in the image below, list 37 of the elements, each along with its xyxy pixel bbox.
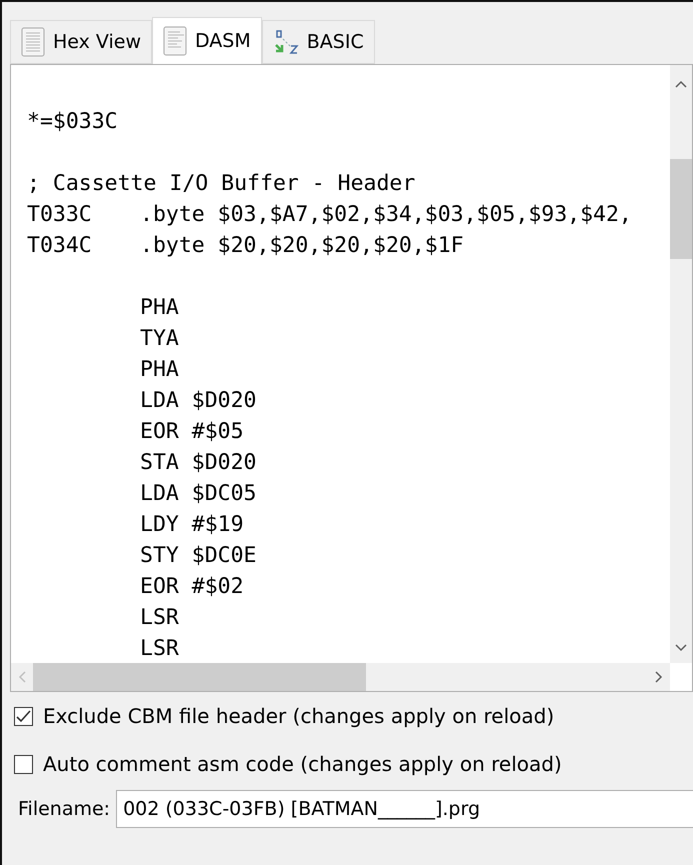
vertical-scrollbar[interactable]: [670, 65, 692, 663]
code-data: .byte $20,$20,$20,$20,$1F: [140, 232, 464, 260]
code-instruction: STY $DC0E: [140, 542, 256, 570]
scrollbar-thumb[interactable]: [670, 159, 692, 259]
scroll-right-icon[interactable]: [654, 671, 664, 683]
sort-az-icon: [272, 29, 299, 55]
code-label: T034C: [27, 232, 93, 260]
code-instruction: STA $D020: [140, 449, 256, 477]
code-instruction: LDA $DC05: [140, 480, 256, 508]
horizontal-scrollbar[interactable]: [11, 663, 670, 691]
tab[interactable]: DASM: [152, 17, 262, 64]
code-label: T033C: [27, 201, 93, 229]
scrollbar-thumb[interactable]: [33, 663, 366, 691]
code-instruction: LDA $D020: [140, 387, 256, 415]
code-instruction: LSR: [140, 604, 179, 632]
code-instruction: EOR #$05: [140, 418, 244, 446]
checkbox[interactable]: [14, 706, 33, 726]
scroll-down-icon[interactable]: [675, 643, 687, 653]
tab[interactable]: BASIC: [262, 20, 375, 64]
document-icon: [21, 27, 45, 57]
code-directive: *=$033C: [27, 108, 118, 136]
filename-label: Filename:: [18, 798, 110, 820]
code-instruction: LSR: [140, 635, 179, 663]
code-comment: ; Cassette I/O Buffer - Header: [27, 170, 416, 198]
tab[interactable]: Hex View: [10, 20, 152, 64]
code-instruction: PHA: [140, 294, 179, 322]
code-instruction: TYA: [140, 325, 179, 353]
checkbox-label[interactable]: Exclude CBM file header (changes apply on reload): [43, 704, 554, 728]
scroll-up-icon[interactable]: [675, 79, 687, 89]
checkbox-label[interactable]: Auto comment asm code (changes apply on reload): [43, 752, 562, 776]
code-instruction: PHA: [140, 356, 179, 384]
checkbox[interactable]: [14, 754, 33, 774]
code-instruction: EOR #$02: [140, 573, 244, 601]
filename-field[interactable]: 002 (033C-03FB) [BATMAN______].prg: [116, 790, 693, 828]
document-icon: [163, 26, 188, 56]
code-data: .byte $03,$A7,$02,$34,$03,$05,$93,$42,: [140, 201, 632, 229]
code-instruction: LDY #$19: [140, 511, 244, 539]
